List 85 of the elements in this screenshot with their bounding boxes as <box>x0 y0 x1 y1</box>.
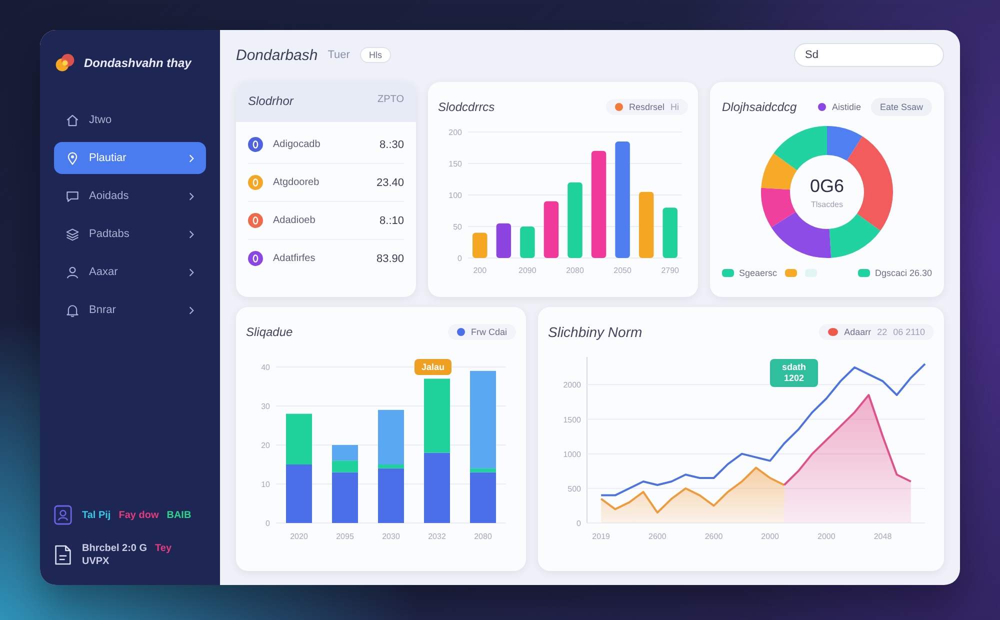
axis-label: 2000 <box>563 380 581 390</box>
axis-label: 2080 <box>474 532 492 541</box>
card-title: Slichbiny Norm <box>548 324 642 340</box>
total-value: ZPTO <box>378 94 404 105</box>
footer-text: Tal Pij <box>82 510 111 520</box>
nav-item[interactable]: Aoidads <box>54 180 206 212</box>
pin-icon <box>66 152 79 164</box>
axis-label: 50 <box>453 222 462 232</box>
legend-note: Hi <box>670 102 679 112</box>
nav-item[interactable]: Plautiar <box>54 142 206 174</box>
row-amount: 83.90 <box>376 252 404 264</box>
row-name: Adigocadb <box>273 139 320 150</box>
footer-text: Fay dow <box>118 510 159 520</box>
axis-label: 2048 <box>874 532 892 541</box>
footer-text: BAIB <box>166 510 192 520</box>
axis-label: 1000 <box>563 450 581 459</box>
legend-label: Aistidie <box>832 102 861 112</box>
axis-label: 500 <box>568 484 581 494</box>
axis-label: 2790 <box>661 266 679 275</box>
user-icon <box>66 266 79 278</box>
legend-label: Adaarr <box>844 327 872 337</box>
search-field[interactable]: Sd <box>794 43 944 67</box>
user-square-icon <box>54 505 72 525</box>
axis-label: 2032 <box>428 532 446 541</box>
legend-note: 06 2110 <box>893 327 925 337</box>
row-amount: 23.40 <box>376 176 404 188</box>
axis-label: 2600 <box>704 532 723 541</box>
legend-label: Frw Cdai <box>470 327 507 337</box>
bell-icon <box>66 304 79 316</box>
axis-label: 200 <box>448 128 462 137</box>
footer-text: Tey <box>155 543 172 554</box>
document-icon <box>54 545 72 565</box>
axis-label: 2600 <box>648 532 666 541</box>
card-title: Slodrhor <box>248 94 294 108</box>
axis-label: 1500 <box>563 415 581 424</box>
card-title: Slodcdrrcs <box>438 100 495 114</box>
legend-label: Sgeaersc <box>739 268 778 278</box>
axis-label: 10 <box>261 480 270 489</box>
card-title: Dlojhsaidcdcg <box>722 100 797 114</box>
footer-text: UVPX <box>82 556 110 567</box>
axis-label: 200 <box>473 266 487 275</box>
axis-label: 2019 <box>592 532 610 541</box>
axis-label: 0 <box>266 519 270 528</box>
axis-label: 0 <box>458 254 462 263</box>
axis-label: 2050 <box>614 266 632 275</box>
legend-label: Dgscaci 26.30 <box>874 268 932 278</box>
axis-label: 30 <box>261 402 270 411</box>
axis-label: 0 <box>576 519 581 528</box>
legend-label: Resdrsel <box>628 102 664 112</box>
donut-label: Tlsacdes <box>810 200 843 208</box>
axis-label: 2095 <box>336 532 354 541</box>
nav-item[interactable]: Jtwo <box>54 104 206 136</box>
axis-label: 20 <box>261 441 270 450</box>
axis-label: 2000 <box>818 532 836 541</box>
card-title: Sliqadue <box>246 325 293 339</box>
axis-label: 40 <box>261 363 270 372</box>
axis-label: 2030 <box>382 532 400 541</box>
donut-value: 0G6 <box>810 176 844 196</box>
row-name: Adatfirfes <box>273 253 316 264</box>
row-amount: 8.:30 <box>380 138 404 150</box>
row-name: Atgdooreb <box>273 177 320 188</box>
layers-icon <box>66 228 79 240</box>
filter-chip[interactable]: Eate Ssaw <box>870 98 932 116</box>
row-name: Adadioeb <box>273 215 316 226</box>
axis-label: 100 <box>448 191 462 200</box>
page-subtitle: Tuer <box>328 49 350 61</box>
home-icon <box>66 114 79 126</box>
axis-label: 2080 <box>566 266 584 275</box>
axis-label: 2000 <box>761 532 779 541</box>
nav-item[interactable]: Aaxar <box>54 256 206 288</box>
chart-tooltip: sdath 1202 <box>770 359 818 387</box>
tag-chip[interactable]: Hls <box>360 47 391 63</box>
page-title: Dondarbash <box>236 46 318 64</box>
axis-label: 2090 <box>518 266 536 275</box>
chat-icon <box>66 190 79 202</box>
legend-note: 22 <box>877 327 888 337</box>
axis-label: 150 <box>448 160 462 168</box>
app-name: Dondashvahn thay <box>84 56 192 70</box>
nav-item[interactable]: Bnrar <box>54 294 206 326</box>
row-amount: 8.:10 <box>380 214 404 226</box>
axis-label: 2020 <box>290 532 308 541</box>
nav-item[interactable]: Padtabs <box>54 218 206 250</box>
chart-tooltip: Jalau <box>414 358 452 375</box>
footer-text: Bhrcbel 2:0 G <box>82 543 148 554</box>
logo-icon <box>54 52 76 74</box>
